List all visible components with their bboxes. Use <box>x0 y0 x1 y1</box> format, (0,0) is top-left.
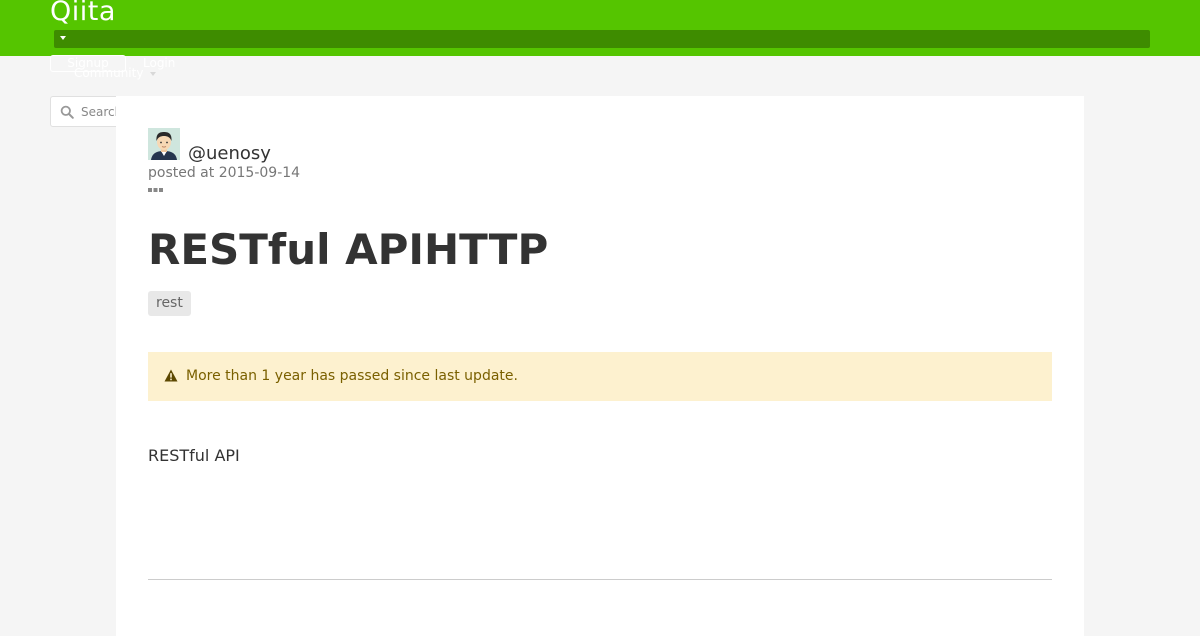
search-icon <box>60 105 74 119</box>
global-header: Qiita <box>0 0 1200 56</box>
more-options-icon[interactable] <box>148 187 164 193</box>
alert-text: More than 1 year has passed since last u… <box>186 368 518 384</box>
author-username[interactable]: @uenosy <box>188 142 271 166</box>
user-avatar-icon[interactable] <box>148 128 180 160</box>
warning-icon <box>164 369 178 382</box>
caret-down-icon[interactable] <box>60 36 66 40</box>
article-card: @uenosy posted at 2015-09-14 RESTful API… <box>116 96 1084 636</box>
menu-dropdown-bar[interactable] <box>54 30 1150 48</box>
login-link[interactable]: Login <box>143 56 175 71</box>
article-title: RESTful APIHTTP <box>148 225 549 274</box>
qiita-logo[interactable]: Qiita <box>50 0 116 30</box>
outdated-alert: More than 1 year has passed since last u… <box>148 352 1052 401</box>
article-body: RESTful API <box>148 446 240 465</box>
tag-rest[interactable]: rest <box>148 291 191 316</box>
posted-date: posted at 2015-09-14 <box>148 165 301 181</box>
section-divider <box>148 579 1052 580</box>
chevron-down-icon[interactable] <box>150 72 156 76</box>
community-menu[interactable]: Community <box>74 66 143 81</box>
